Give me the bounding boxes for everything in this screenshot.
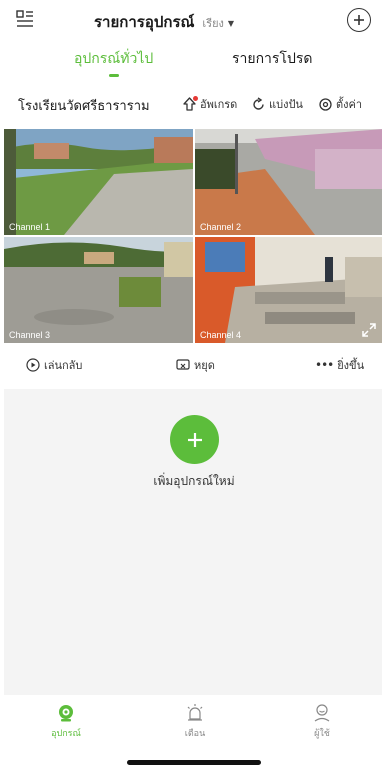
tab-general-devices[interactable]: อุปกรณ์ทั่วไป: [74, 48, 153, 70]
stop-button[interactable]: หยุด: [176, 356, 215, 374]
nav-alerts[interactable]: เตือน: [165, 703, 225, 740]
share-label: แบ่งปัน: [269, 98, 303, 111]
share-button[interactable]: แบ่งปัน: [251, 95, 303, 113]
camera-tile-1[interactable]: Channel 1: [4, 129, 193, 235]
grid-list-icon[interactable]: [16, 10, 34, 28]
tab-bar: อุปกรณ์ทั่วไป รายการโปรด: [0, 48, 382, 78]
settings-label: ตั้งค่า: [336, 98, 363, 111]
settings-icon: [319, 97, 332, 111]
more-dots-icon: •••: [315, 358, 334, 372]
sort-label: เรียง: [202, 17, 224, 30]
alarm-icon: [187, 704, 203, 721]
home-indicator: [127, 760, 261, 765]
bottom-nav: อุปกรณ์ เตือน ผู้ใช้: [0, 695, 382, 767]
camera-label: Channel 3: [9, 330, 51, 340]
stop-screen-icon: [176, 359, 190, 370]
camera-label: Channel 2: [200, 222, 242, 232]
caret-down-icon: ▼: [227, 18, 235, 28]
settings-button[interactable]: ตั้งค่า: [318, 95, 362, 113]
upgrade-label: อัพเกรด: [200, 98, 238, 111]
camera-grid: Channel 1 Channel 2 Channel 3 Channel 4: [4, 129, 382, 343]
camera-tile-3[interactable]: Channel 3: [4, 237, 193, 343]
header: รายการอุปกรณ์ เรียง ▼: [0, 0, 382, 42]
nav-devices-label: อุปกรณ์: [51, 729, 81, 739]
nav-alerts-label: เตือน: [184, 729, 206, 739]
add-device-button[interactable]: [170, 415, 219, 464]
camera-label: Channel 4: [200, 330, 242, 340]
playback-label: เล่นกลับ: [44, 359, 83, 372]
user-icon: [314, 704, 330, 722]
stop-label: หยุด: [194, 359, 215, 372]
camera-feed-4: [195, 237, 382, 343]
play-circle-icon: [26, 358, 40, 372]
camera-label: Channel 1: [9, 222, 51, 232]
more-label: ยิ่งขึ้น: [337, 359, 365, 372]
playback-controls: เล่นกลับ หยุด ••• ยิ่งขึ้น: [0, 354, 382, 376]
camera-tile-4[interactable]: Channel 4: [195, 237, 382, 343]
camera-feed-3: [4, 237, 193, 343]
camera-feed-1: [4, 129, 193, 235]
plus-icon: [187, 432, 202, 447]
notification-dot: [193, 95, 198, 101]
camera-feed-2: [195, 129, 382, 235]
active-tab-indicator: [109, 74, 119, 77]
plus-circle-icon: [354, 15, 364, 25]
page-title: รายการอุปกรณ์: [94, 13, 195, 31]
nav-devices[interactable]: อุปกรณ์: [36, 703, 96, 740]
upgrade-button[interactable]: อัพเกรด: [182, 95, 237, 113]
camera-tile-2[interactable]: Channel 2: [195, 129, 382, 235]
add-device-label: เพิ่มอุปกรณ์ใหม่: [153, 474, 235, 488]
site-name: โรงเรียนวัดศรีธาราราม: [18, 99, 150, 114]
nav-user-label: ผู้ใช้: [314, 729, 330, 739]
more-button[interactable]: ••• ยิ่งขึ้น: [315, 356, 364, 374]
share-icon: [253, 96, 264, 110]
add-device-header-button[interactable]: [347, 8, 371, 32]
nav-user[interactable]: ผู้ใช้: [292, 703, 352, 740]
expand-icon[interactable]: [362, 323, 376, 337]
playback-button[interactable]: เล่นกลับ: [26, 356, 82, 374]
sort-dropdown[interactable]: เรียง ▼: [202, 14, 234, 32]
tab-favorites[interactable]: รายการโปรด: [232, 48, 312, 70]
site-row: โรงเรียนวัดศรีธาราราม อัพเกรด แบ่งปัน ตั…: [0, 93, 382, 115]
camera-icon: [59, 705, 73, 722]
